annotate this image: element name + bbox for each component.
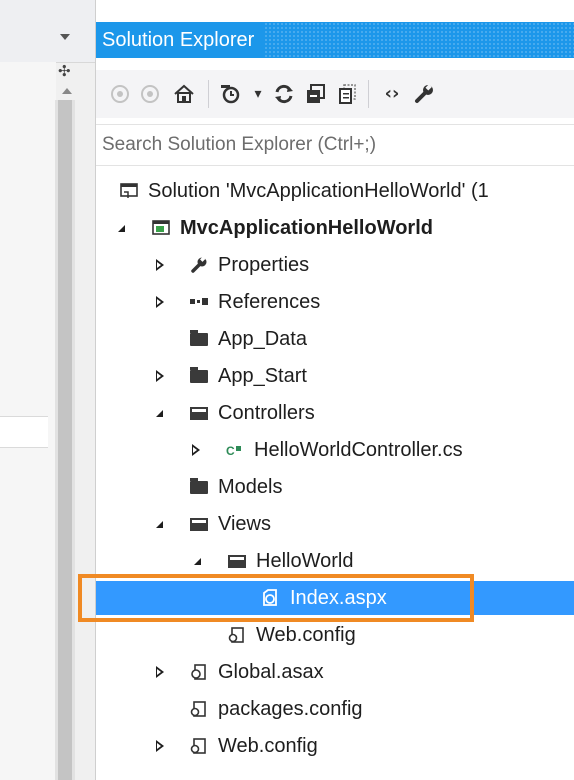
panel-toolbar: ▾ ‹› — [96, 70, 574, 118]
tree-item-label: Web.config — [256, 623, 356, 646]
tree-item-label: Solution 'MvcApplicationHelloWorld' (1 — [148, 179, 489, 202]
expand-arrow-icon[interactable] — [118, 211, 136, 245]
tree-item-label: MvcApplicationHelloWorld — [180, 216, 433, 239]
view-code-icon[interactable]: ‹› — [376, 78, 408, 110]
tree-item-views-web-config[interactable]: Web.config — [96, 618, 574, 652]
tree-item-label: App_Data — [218, 327, 307, 350]
collapse-all-icon[interactable] — [300, 78, 332, 110]
tree-item-label: Controllers — [218, 401, 315, 424]
tree-item-label: App_Start — [218, 364, 307, 387]
expand-arrow-icon[interactable] — [156, 396, 174, 430]
folder-open-icon — [226, 550, 248, 572]
left-panel-header — [0, 0, 95, 63]
tree-item-global-asax[interactable]: Global.asax — [96, 655, 574, 689]
collapse-arrow-icon[interactable] — [156, 359, 174, 393]
tree-item-label: packages.config — [218, 697, 363, 720]
tree-item-helloworld-folder[interactable]: HelloWorld — [96, 544, 574, 578]
config-file-icon — [188, 698, 210, 720]
wrench-icon — [188, 254, 210, 276]
tree-item-app-data[interactable]: App_Data — [96, 322, 574, 356]
toolbar-separator — [368, 80, 369, 108]
collapse-arrow-icon[interactable] — [156, 248, 174, 282]
tree-item-label: HelloWorld — [256, 549, 354, 572]
folder-icon — [188, 476, 210, 498]
references-icon — [188, 291, 210, 313]
tree-item-helloworldcontroller[interactable]: C HelloWorldController.cs — [96, 433, 574, 467]
forward-icon[interactable] — [134, 78, 166, 110]
scroll-up-icon[interactable] — [62, 88, 72, 94]
tree-item-properties[interactable]: Properties — [96, 248, 574, 282]
tree-item-label: HelloWorldController.cs — [254, 438, 463, 461]
tree-item-label: Web.config — [218, 734, 318, 757]
back-icon[interactable] — [104, 78, 136, 110]
chevron-down-icon[interactable] — [60, 34, 70, 40]
collapse-arrow-icon[interactable] — [192, 433, 210, 467]
tree-item-solution[interactable]: Solution 'MvcApplicationHelloWorld' (1 — [96, 174, 574, 208]
show-all-files-icon[interactable] — [332, 78, 364, 110]
tree-item-app-start[interactable]: App_Start — [96, 359, 574, 393]
home-icon[interactable] — [168, 78, 200, 110]
tree-item-label: Properties — [218, 253, 310, 276]
project-icon — [150, 217, 172, 239]
config-file-icon — [226, 624, 248, 646]
svg-text:C: C — [226, 444, 235, 457]
asax-file-icon — [188, 661, 210, 683]
tree-item-label: Models — [218, 475, 283, 498]
collapse-arrow-icon[interactable] — [156, 729, 174, 763]
tree-item-root-web-config[interactable]: Web.config — [96, 729, 574, 763]
properties-icon[interactable] — [408, 78, 440, 110]
tree-item-views[interactable]: Views — [96, 507, 574, 541]
search-input[interactable] — [102, 125, 572, 165]
search-box[interactable] — [96, 124, 574, 166]
expand-arrow-icon[interactable] — [194, 544, 212, 578]
config-file-icon — [188, 735, 210, 757]
tree-item-project[interactable]: MvcApplicationHelloWorld — [96, 211, 574, 245]
collapse-arrow-icon[interactable] — [156, 285, 174, 319]
tree-item-label: Views — [218, 512, 271, 535]
tree-item-packages-config[interactable]: packages.config — [96, 692, 574, 726]
folder-open-icon — [188, 402, 210, 424]
left-panel-line — [0, 416, 48, 448]
toolbar-separator — [208, 80, 209, 108]
tree-item-controllers[interactable]: Controllers — [96, 396, 574, 430]
csharp-file-icon: C — [224, 439, 246, 461]
left-panel-strip: ✣ — [0, 0, 95, 780]
scrollbar-thumb[interactable] — [58, 100, 72, 780]
split-pin-icon[interactable]: ✣ — [58, 64, 71, 79]
sync-icon[interactable] — [268, 78, 300, 110]
panel-title-bar[interactable]: Solution Explorer — [96, 22, 574, 58]
collapse-arrow-icon[interactable] — [156, 655, 174, 689]
folder-open-icon — [188, 513, 210, 535]
highlight-box — [78, 574, 474, 622]
tree-item-label: References — [218, 290, 321, 313]
tree-item-label: Global.asax — [218, 660, 324, 683]
tree-item-references[interactable]: References — [96, 285, 574, 319]
folder-icon — [188, 365, 210, 387]
solution-icon — [118, 180, 140, 202]
solution-explorer-panel: Solution Explorer ▾ ‹› Search Solution E… — [95, 0, 574, 780]
tree-item-models[interactable]: Models — [96, 470, 574, 504]
folder-icon — [188, 328, 210, 350]
panel-title: Solution Explorer — [96, 22, 265, 58]
expand-arrow-icon[interactable] — [156, 507, 174, 541]
